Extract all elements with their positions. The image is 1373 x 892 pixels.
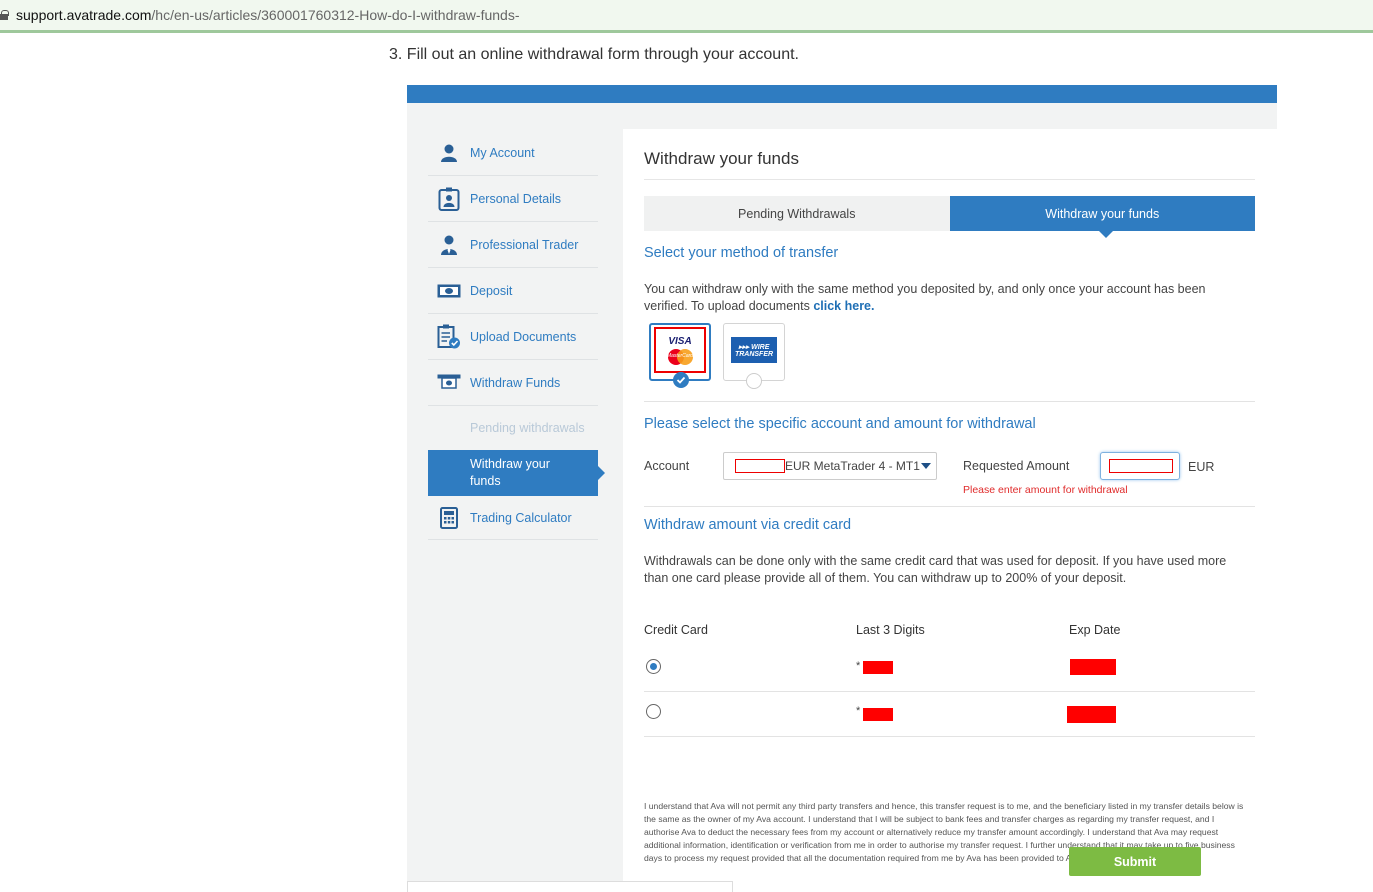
method-text: You can withdraw only with the same meth… bbox=[644, 281, 1244, 315]
site-top-bar bbox=[407, 85, 1277, 103]
user-icon bbox=[436, 140, 462, 166]
cash-icon bbox=[436, 278, 462, 304]
sidebar-item-professional-trader[interactable]: Professional Trader bbox=[428, 222, 598, 268]
sidebar-item-label: Deposit bbox=[470, 283, 513, 298]
mastercard-label: MasterCard bbox=[666, 352, 694, 359]
method-heading: Select your method of transfer bbox=[644, 245, 839, 261]
sidebar-item-label: My Account bbox=[470, 145, 535, 160]
browser-address-bar[interactable]: support.avatrade.com/hc/en-us/articles/3… bbox=[0, 0, 1373, 33]
embedded-screenshot: My Account Personal Details Professional… bbox=[407, 85, 1277, 892]
method-card-wire-transfer[interactable]: ▸▸▸ WIRE TRANSFER bbox=[723, 323, 785, 389]
upload-documents-link[interactable]: click here. bbox=[813, 299, 874, 313]
account-heading: Please select the specific account and a… bbox=[644, 416, 1036, 432]
currency-label: EUR bbox=[1188, 460, 1215, 474]
sidebar-item-label: Withdraw Funds bbox=[470, 375, 561, 390]
redacted-field bbox=[1067, 706, 1116, 723]
tab-withdraw-your-funds[interactable]: Withdraw your funds bbox=[949, 196, 1255, 238]
column-header-last-3-digits: Last 3 Digits bbox=[856, 623, 925, 637]
sidebar-item-label: Upload Documents bbox=[470, 329, 577, 344]
sidebar-item-trading-calculator[interactable]: Trading Calculator bbox=[428, 496, 598, 540]
professional-icon bbox=[436, 232, 462, 258]
account-select-value: EUR MetaTrader 4 - MT1 bbox=[785, 459, 920, 473]
divider bbox=[644, 179, 1255, 180]
column-header-credit-card: Credit Card bbox=[644, 623, 708, 637]
redacted-field bbox=[1070, 659, 1116, 675]
digits-prefix: * bbox=[856, 705, 861, 717]
card-select-radio[interactable] bbox=[646, 659, 661, 674]
account-select[interactable]: EUR MetaTrader 4 - MT1 bbox=[723, 452, 937, 480]
column-header-exp-date: Exp Date bbox=[1069, 623, 1121, 637]
sidebar-item-deposit[interactable]: Deposit bbox=[428, 268, 598, 314]
lock-icon bbox=[0, 10, 9, 20]
redacted-field bbox=[735, 459, 785, 473]
redacted-field bbox=[863, 661, 893, 674]
credit-card-text: Withdrawals can be done only with the sa… bbox=[644, 554, 1227, 585]
browser-status-bar bbox=[407, 881, 733, 892]
visa-label: VISA bbox=[668, 335, 692, 347]
withdraw-icon bbox=[436, 370, 462, 396]
id-card-icon bbox=[436, 186, 462, 212]
divider bbox=[644, 401, 1255, 402]
account-label: Account bbox=[644, 459, 690, 473]
sidebar-item-label: Personal Details bbox=[470, 191, 562, 206]
url-path: /hc/en-us/articles/360001760312-How-do-I… bbox=[151, 7, 520, 23]
divider bbox=[644, 736, 1255, 737]
account-sidebar: My Account Personal Details Professional… bbox=[428, 130, 605, 540]
divider bbox=[644, 691, 1255, 692]
sidebar-subitem-withdraw-your-funds[interactable]: Withdraw your funds bbox=[428, 450, 605, 496]
sidebar-item-label: Pending withdrawals bbox=[470, 421, 585, 435]
method-card-visa-mastercard[interactable]: VISA MasterCard bbox=[649, 323, 711, 388]
mastercard-icon: MasterCard bbox=[665, 348, 695, 365]
redacted-field bbox=[1109, 459, 1173, 473]
calculator-icon bbox=[436, 505, 462, 531]
requested-amount-input[interactable] bbox=[1100, 452, 1180, 480]
amount-error-message: Please enter amount for withdrawal bbox=[963, 484, 1128, 496]
sidebar-item-label: Trading Calculator bbox=[470, 510, 572, 525]
digits-prefix: * bbox=[856, 660, 861, 672]
wire-label: ▸▸▸ WIRE bbox=[738, 343, 770, 351]
unselected-radio-icon bbox=[746, 373, 762, 389]
upload-document-icon bbox=[436, 324, 462, 350]
chevron-down-icon bbox=[920, 463, 931, 469]
page-title: Withdraw your funds bbox=[644, 149, 799, 168]
sidebar-item-label: Withdraw your funds bbox=[470, 457, 550, 488]
article-step-text: 3. Fill out an online withdrawal form th… bbox=[389, 46, 799, 63]
credit-card-heading: Withdraw amount via credit card bbox=[644, 517, 852, 533]
sidebar-item-personal-details[interactable]: Personal Details bbox=[428, 176, 598, 222]
withdraw-panel: Withdraw your funds Pending Withdrawals … bbox=[623, 129, 1277, 892]
sidebar-item-label: Professional Trader bbox=[470, 237, 579, 252]
submit-button[interactable]: Submit bbox=[1069, 847, 1201, 876]
selected-check-icon bbox=[673, 372, 689, 388]
url-host: support.avatrade.com bbox=[16, 7, 152, 23]
card-select-radio[interactable] bbox=[646, 704, 661, 719]
divider bbox=[644, 506, 1255, 507]
sidebar-item-my-account[interactable]: My Account bbox=[428, 130, 598, 176]
visa-mastercard-logo: VISA MasterCard bbox=[654, 327, 706, 373]
redacted-field bbox=[863, 708, 893, 721]
transfer-label: TRANSFER bbox=[734, 350, 774, 358]
method-text-body: You can withdraw only with the same meth… bbox=[644, 282, 1206, 313]
sidebar-item-upload-documents[interactable]: Upload Documents bbox=[428, 314, 598, 360]
wire-transfer-logo: ▸▸▸ WIRE TRANSFER bbox=[731, 337, 777, 363]
tab-pending-withdrawals[interactable]: Pending Withdrawals bbox=[644, 196, 950, 231]
requested-amount-label: Requested Amount bbox=[963, 459, 1070, 473]
sidebar-item-withdraw-funds[interactable]: Withdraw Funds bbox=[428, 360, 598, 406]
withdraw-tabs: Pending Withdrawals Withdraw your funds bbox=[644, 196, 1255, 238]
sidebar-subitem-pending-withdrawals[interactable]: Pending withdrawals bbox=[428, 406, 598, 450]
